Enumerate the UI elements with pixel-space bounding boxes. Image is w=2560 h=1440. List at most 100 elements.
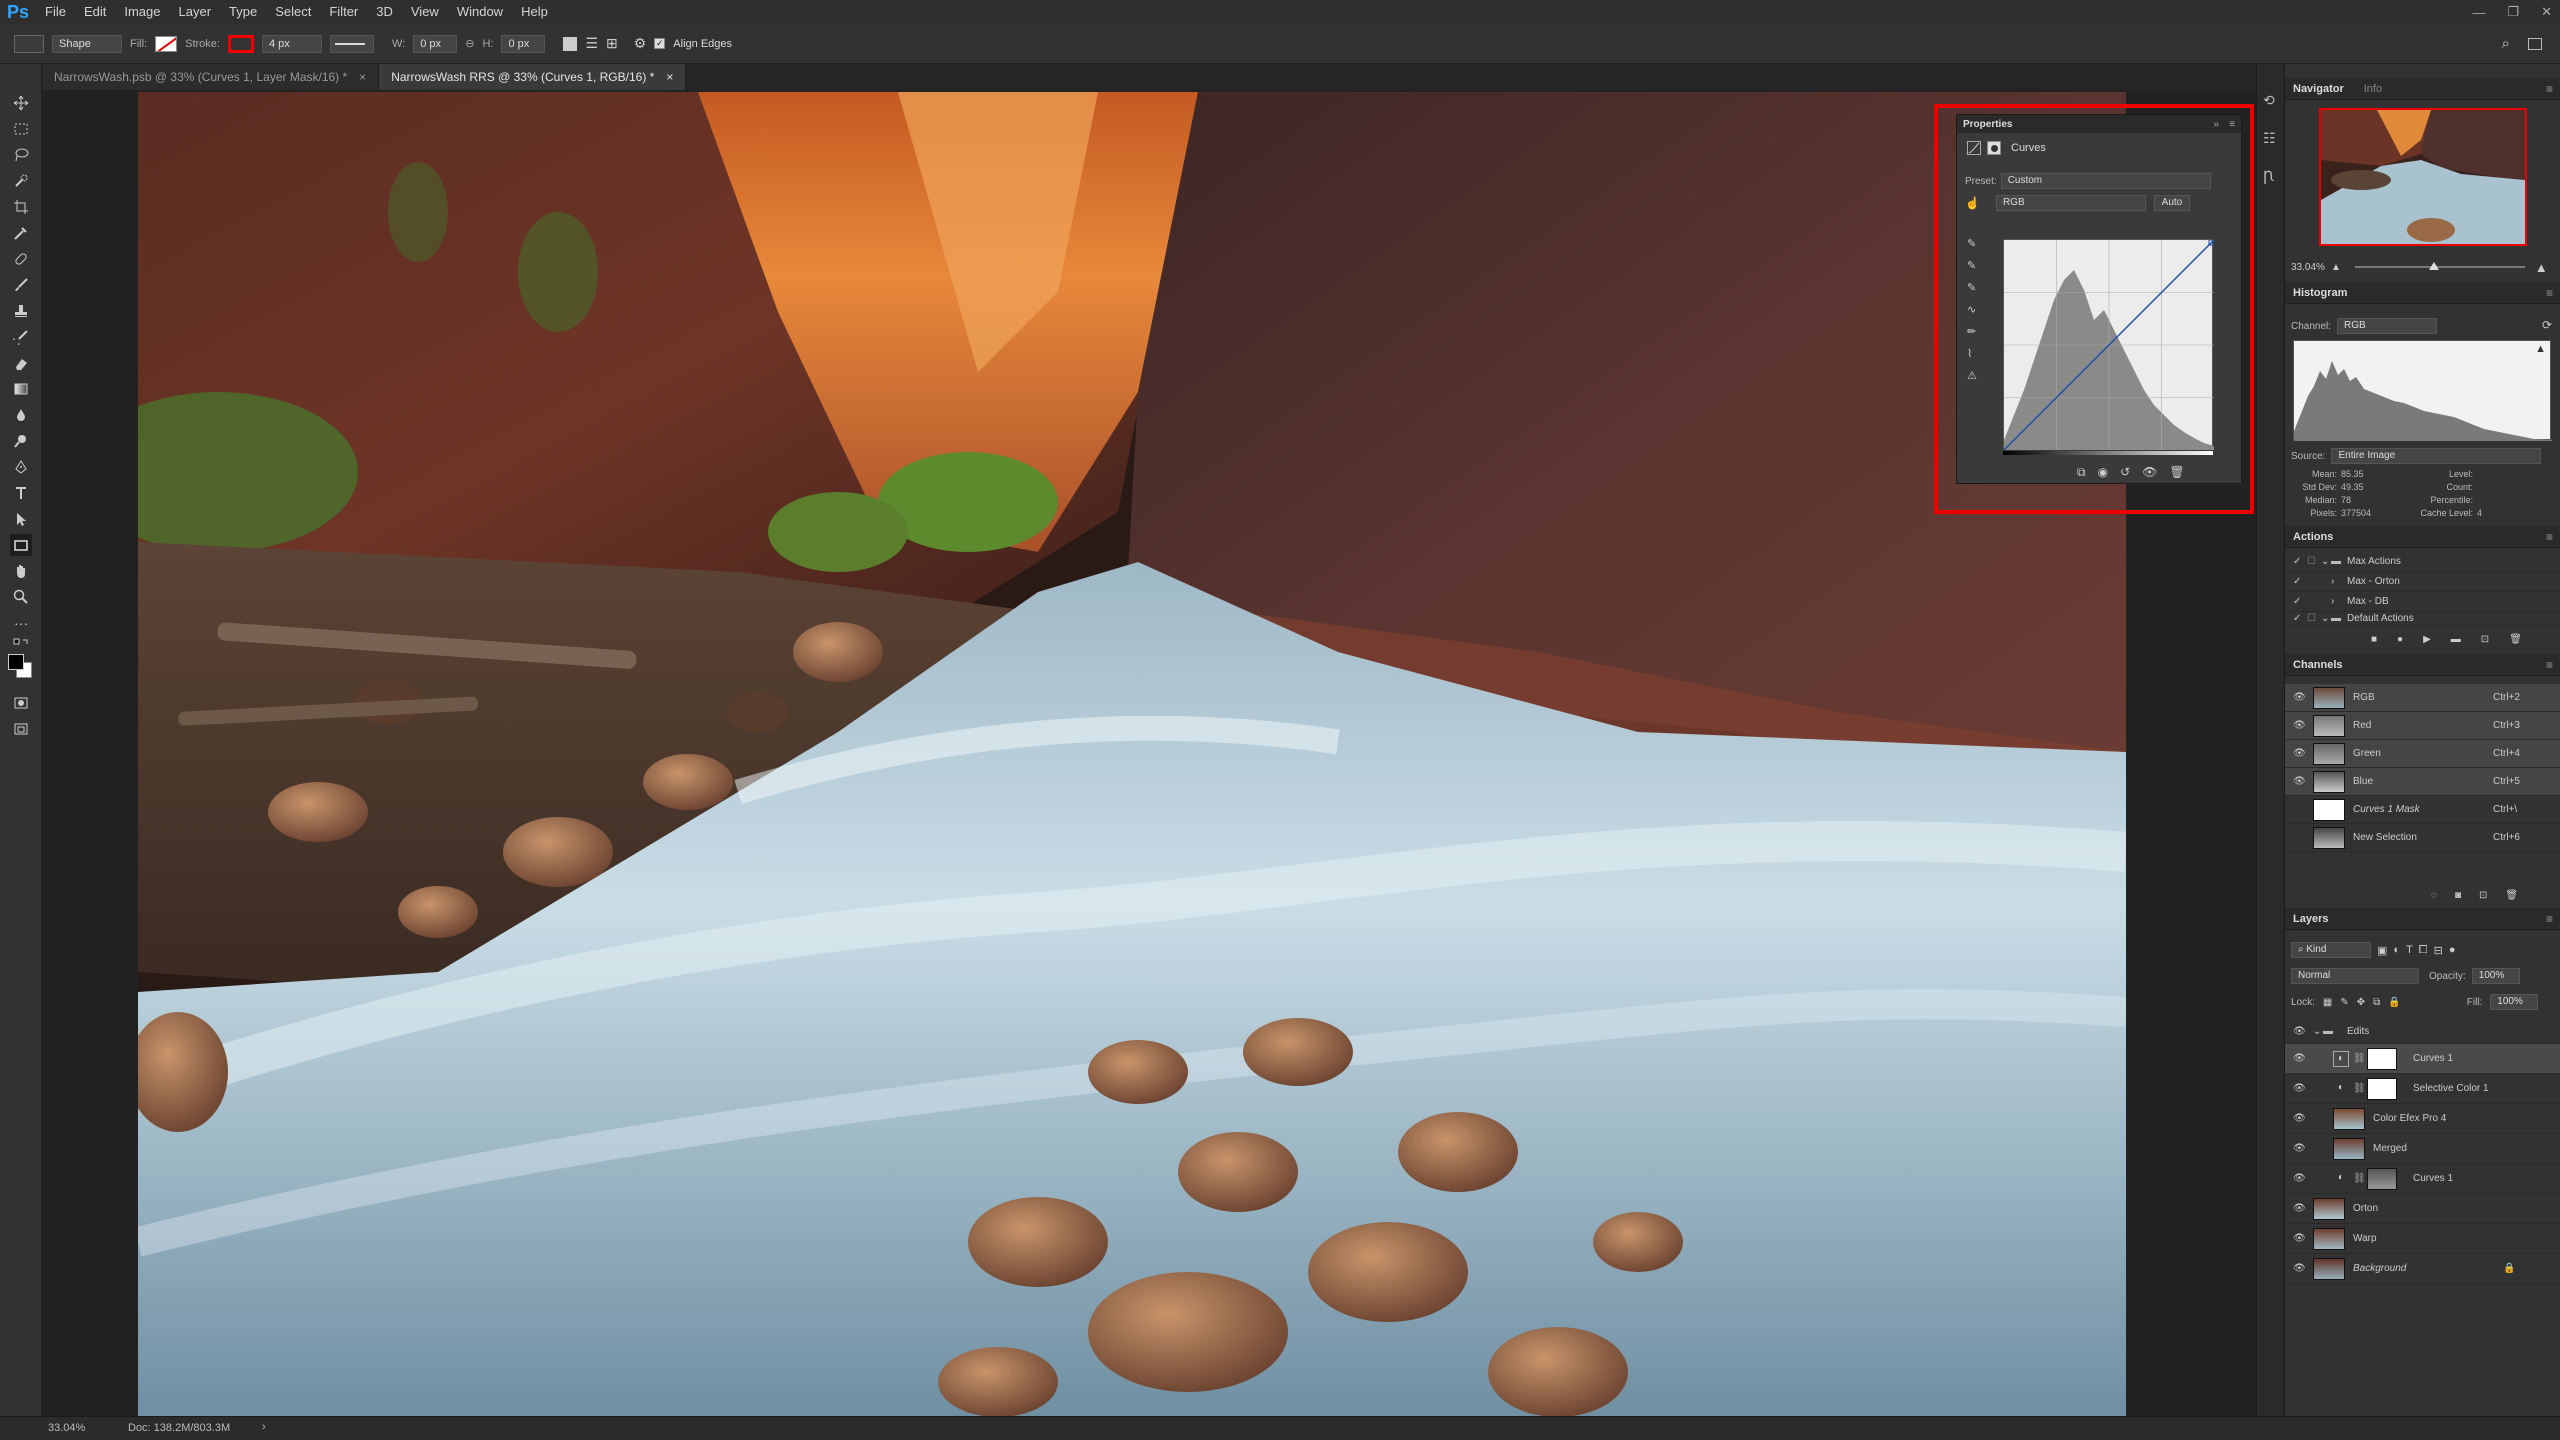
- quick-mask-icon[interactable]: [10, 692, 32, 714]
- info-tab[interactable]: Info: [2364, 83, 2382, 95]
- crop-tool-icon[interactable]: [10, 196, 32, 218]
- path-alignment-icon[interactable]: ☰: [585, 35, 598, 52]
- layer-mask-icon[interactable]: [1987, 141, 2001, 155]
- auto-button[interactable]: Auto: [2153, 195, 2190, 211]
- brush-tool-icon[interactable]: [10, 274, 32, 296]
- preset-select[interactable]: Custom: [2000, 173, 2211, 189]
- visibility-icon[interactable]: 👁: [2293, 1026, 2309, 1037]
- action-row[interactable]: ✓ › Max - DB: [2285, 592, 2560, 612]
- channel-select[interactable]: RGB: [1995, 195, 2146, 211]
- screen-mode-icon[interactable]: [10, 718, 32, 740]
- lock-artboard-icon[interactable]: ⧉: [2373, 997, 2380, 1008]
- path-arrangement-icon[interactable]: ⊞: [606, 35, 618, 52]
- filter-smart-object-icon[interactable]: ⊟: [2434, 944, 2443, 957]
- search-icon[interactable]: ⌕: [2502, 35, 2510, 52]
- save-selection-icon[interactable]: ◙: [2455, 890, 2461, 901]
- menu-help[interactable]: Help: [512, 0, 557, 24]
- play-icon[interactable]: ▶: [2423, 634, 2431, 645]
- visibility-icon[interactable]: 👁: [2293, 1113, 2309, 1124]
- document-size[interactable]: Doc: 138.2M/803.3M: [128, 1422, 230, 1434]
- record-icon[interactable]: ●: [2397, 634, 2403, 645]
- check-icon[interactable]: ✓: [2293, 556, 2307, 567]
- channel-row[interactable]: 👁 Red Ctrl+3: [2285, 712, 2560, 740]
- check-icon[interactable]: ✓: [2293, 596, 2307, 607]
- visibility-icon[interactable]: 👁: [2293, 1053, 2309, 1064]
- stroke-style-select[interactable]: [329, 34, 374, 53]
- visibility-icon[interactable]: 👁: [2293, 1083, 2309, 1094]
- zoom-slider[interactable]: [2354, 262, 2525, 270]
- clipping-warning-icon[interactable]: ⚠: [1967, 369, 1983, 391]
- channel-row[interactable]: 👁 Blue Ctrl+5: [2285, 768, 2560, 796]
- tool-preset-picker[interactable]: [14, 34, 44, 53]
- restore-button[interactable]: ❐: [2507, 4, 2519, 20]
- layer-mask-thumbnail[interactable]: [2367, 1167, 2397, 1190]
- character-icon[interactable]: Ꞃ: [2263, 168, 2273, 185]
- stop-icon[interactable]: ■: [2371, 634, 2377, 645]
- menu-filter[interactable]: Filter: [320, 0, 367, 24]
- menu-image[interactable]: Image: [115, 0, 169, 24]
- blend-mode-select[interactable]: Normal: [2291, 968, 2419, 984]
- layer-row[interactable]: 👁 Warp: [2285, 1224, 2560, 1254]
- panel-menu-icon[interactable]: ≡: [2546, 82, 2553, 96]
- path-operations-icon[interactable]: [563, 36, 578, 51]
- lasso-tool-icon[interactable]: [10, 144, 32, 166]
- chain-link-icon[interactable]: ⛓: [2353, 1053, 2366, 1064]
- eraser-tool-icon[interactable]: [10, 352, 32, 374]
- dialog-toggle-icon[interactable]: ☐: [2307, 613, 2321, 624]
- chevron-right-icon[interactable]: ›: [2331, 596, 2341, 607]
- channel-row[interactable]: 👁 RGB Ctrl+2: [2285, 684, 2560, 712]
- workspace-icon[interactable]: [2528, 37, 2542, 50]
- chevron-right-icon[interactable]: ›: [262, 1421, 266, 1433]
- refresh-icon[interactable]: ⟳: [2542, 318, 2552, 332]
- blur-tool-icon[interactable]: [10, 404, 32, 426]
- shape-mode-select[interactable]: Shape: [52, 34, 122, 53]
- filter-type-icon[interactable]: T: [2406, 944, 2413, 956]
- chain-link-icon[interactable]: ⛓: [2353, 1173, 2366, 1184]
- lock-image-icon[interactable]: ✎: [2340, 997, 2348, 1008]
- panel-menu-icon[interactable]: ≡: [2546, 658, 2553, 672]
- filter-shape-icon[interactable]: ⧠: [2419, 944, 2428, 957]
- visibility-icon[interactable]: 👁: [2293, 720, 2309, 731]
- delete-icon[interactable]: 🗑: [2169, 465, 2184, 480]
- action-row[interactable]: ✓ › Max - Orton: [2285, 572, 2560, 592]
- delete-icon[interactable]: 🗑: [2509, 634, 2522, 645]
- eyedropper-gray-icon[interactable]: ✎: [1967, 259, 1983, 281]
- navigator-tab[interactable]: Navigator: [2293, 83, 2344, 95]
- reset-icon[interactable]: ↺: [2120, 465, 2130, 480]
- document-tab[interactable]: NarrowsWash.psb @ 33% (Curves 1, Layer M…: [42, 64, 380, 90]
- layer-row[interactable]: 👁 Background 🔒: [2285, 1254, 2560, 1284]
- visibility-icon[interactable]: 👁: [2293, 1233, 2309, 1244]
- rectangle-tool-icon[interactable]: [10, 534, 32, 556]
- layer-row-selected[interactable]: 👁 ◐ ⛓ Curves 1: [2285, 1044, 2560, 1074]
- visibility-icon[interactable]: 👁: [2293, 1263, 2309, 1274]
- hand-tool-icon[interactable]: [10, 560, 32, 582]
- move-tool-icon[interactable]: [10, 92, 32, 114]
- action-row[interactable]: ✓ ☐ ⌄ ▬ Max Actions: [2285, 552, 2560, 572]
- history-icon[interactable]: ⟲: [2263, 92, 2275, 109]
- foreground-color-swatch[interactable]: [8, 654, 24, 670]
- panel-menu-icon[interactable]: ≡: [2229, 119, 2235, 130]
- menu-edit[interactable]: Edit: [75, 0, 115, 24]
- visibility-icon[interactable]: 👁: [2293, 1143, 2309, 1154]
- filter-toggle-icon[interactable]: ●: [2449, 944, 2456, 956]
- menu-view[interactable]: View: [402, 0, 448, 24]
- zoom-out-icon[interactable]: ▲: [2331, 262, 2341, 273]
- layer-mask-thumbnail[interactable]: [2367, 1047, 2397, 1070]
- layer-row[interactable]: 👁 Color Efex Pro 4: [2285, 1104, 2560, 1134]
- close-tab-icon[interactable]: ×: [359, 64, 366, 90]
- more-tools-icon[interactable]: ···: [10, 612, 32, 634]
- eyedropper-tool-icon[interactable]: [10, 222, 32, 244]
- eyedropper-black-icon[interactable]: ✎: [1967, 237, 1983, 259]
- check-icon[interactable]: ✓: [2293, 613, 2307, 624]
- lock-position-icon[interactable]: ✥: [2357, 997, 2365, 1008]
- layer-row[interactable]: 👁 ⌄ ▬ Edits: [2285, 1020, 2560, 1044]
- filter-pixel-icon[interactable]: ▣: [2377, 944, 2387, 957]
- align-edges-checkbox[interactable]: ✓: [654, 38, 666, 49]
- clip-to-layer-icon[interactable]: ⧉: [2077, 465, 2086, 480]
- gear-icon[interactable]: ⚙: [634, 35, 647, 52]
- document-tab-active[interactable]: NarrowsWash RRS @ 33% (Curves 1, RGB/16)…: [379, 64, 687, 90]
- healing-brush-tool-icon[interactable]: [10, 248, 32, 270]
- quick-selection-tool-icon[interactable]: [10, 170, 32, 192]
- menu-layer[interactable]: Layer: [170, 0, 221, 24]
- pencil-draw-icon[interactable]: ✏: [1967, 325, 1983, 347]
